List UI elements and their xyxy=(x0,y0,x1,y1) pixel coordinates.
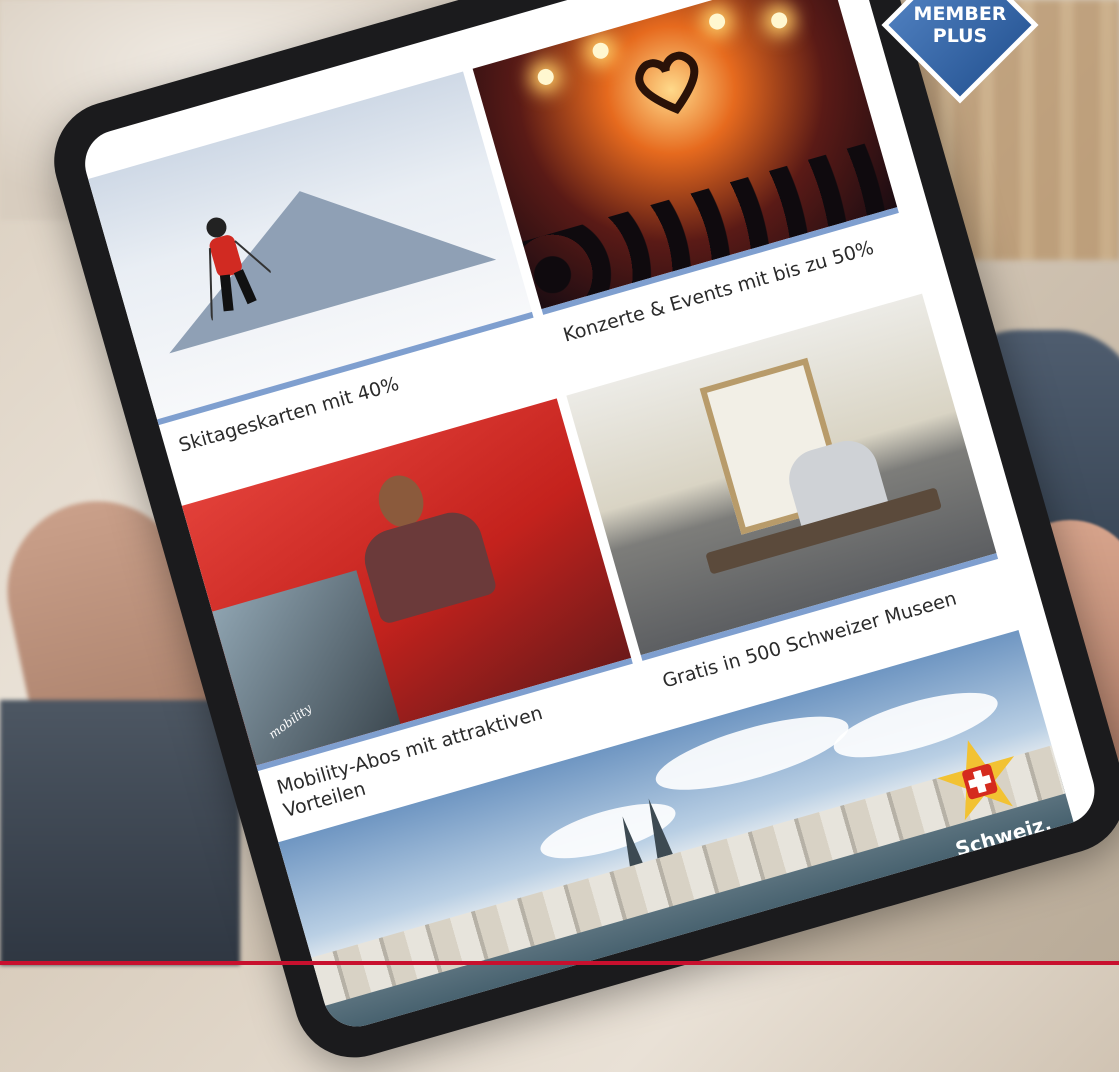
member-plus-line2: PLUS xyxy=(932,25,988,47)
bottom-red-line xyxy=(0,961,1119,965)
member-plus-badge-text: MEMBER PLUS xyxy=(880,3,1040,47)
left-sleeve xyxy=(0,700,240,965)
heart-hands-icon xyxy=(635,51,699,115)
ski-photo xyxy=(88,71,534,426)
member-plus-line1: MEMBER xyxy=(913,3,1007,25)
